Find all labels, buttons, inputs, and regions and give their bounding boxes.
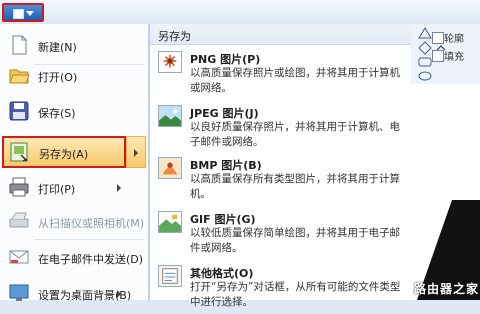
submenu-title: 另存为 — [158, 30, 191, 43]
menu-item-label: 新建(N) — [38, 41, 77, 54]
fill-label[interactable]: 填充 — [444, 48, 464, 63]
outline-icon[interactable] — [432, 32, 444, 44]
format-title: PNG 图片(P) — [190, 53, 261, 66]
save-as-gif[interactable]: GIF 图片(G) 以较低质量保存简单绘图，并将其用于电子邮件或网络。 — [154, 208, 410, 260]
menu-item-print[interactable]: 打印(P) — [0, 170, 146, 206]
menu-item-label: 打开(O) — [38, 71, 78, 84]
menu-item-open[interactable]: 打开(O) — [0, 58, 146, 94]
save-as-bmp[interactable]: BMP 图片(B) 以高质量保存所有类型图片，并将其用于计算机。 — [154, 154, 410, 206]
save-as-icon — [10, 142, 28, 162]
new-doc-icon — [12, 35, 27, 55]
outline-label[interactable]: 轮廓 — [444, 30, 464, 45]
menu-item-label: 打印(P) — [38, 183, 76, 196]
open-folder-icon — [9, 69, 30, 84]
bmp-image-icon — [158, 157, 182, 179]
format-title: GIF 图片(G) — [190, 213, 256, 226]
save-as-submenu: 另存为 PNG 图片(P) 以高质量保存照片或绘图，并将其用于计算机或网络。 J… — [149, 24, 411, 308]
gif-image-icon — [158, 211, 182, 233]
menu-item-set-desktop-background[interactable]: 设置为桌面背景(B) — [0, 276, 146, 312]
paint-menu-button[interactable] — [2, 3, 44, 22]
save-as-submenu-arrow[interactable] — [126, 136, 146, 168]
submenu-header: 另存为 — [150, 24, 411, 45]
format-description: 打开“另存为”对话框，从所有可能的文件类型中进行选择。 — [190, 281, 401, 308]
menu-item-label: 从扫描仪或照相机(M) — [38, 217, 145, 230]
format-description: 以高质量保存照片或绘图，并将其用于计算机或网络。 — [190, 67, 400, 94]
scanner-icon — [9, 212, 29, 228]
format-title: 其他格式(O) — [190, 267, 254, 280]
jpeg-image-icon — [158, 105, 182, 127]
desktop-background-icon — [9, 284, 29, 301]
save-disk-icon — [9, 101, 29, 121]
menu-item-save[interactable]: 保存(S) — [0, 94, 146, 130]
document-icon — [13, 9, 24, 19]
other-formats-icon — [158, 265, 182, 287]
menu-item-save-as[interactable]: 另存为(A) — [2, 136, 128, 168]
menu-item-from-scanner: 从扫描仪或照相机(M) — [0, 204, 146, 240]
menu-item-label: 保存(S) — [38, 107, 76, 120]
format-description: 以高质量保存所有类型图片，并将其用于计算机。 — [190, 173, 400, 200]
chevron-right-icon — [117, 290, 121, 298]
chevron-right-icon — [117, 184, 121, 192]
dropdown-arrow-icon — [26, 11, 34, 16]
fill-icon[interactable] — [432, 50, 444, 62]
save-as-png[interactable]: PNG 图片(P) 以高质量保存照片或绘图，并将其用于计算机或网络。 — [154, 48, 410, 100]
png-image-icon — [158, 51, 182, 73]
save-as-jpeg[interactable]: JPEG 图片(J) 以良好质量保存照片，并将其用于计算机、电子邮件或网络。 — [154, 102, 410, 154]
format-title: BMP 图片(B) — [190, 159, 262, 172]
format-description: 以良好质量保存照片，并将其用于计算机、电子邮件或网络。 — [190, 121, 400, 148]
title-bar — [0, 0, 480, 25]
save-as-other-formats[interactable]: 其他格式(O) 打开“另存为”对话框，从所有可能的文件类型中进行选择。 — [154, 262, 410, 314]
menu-item-label: 在电子邮件中发送(D) — [38, 253, 144, 266]
watermark: 路由器之家 — [414, 282, 480, 296]
menu-item-send-email[interactable]: 在电子邮件中发送(D) — [0, 240, 146, 276]
email-icon — [9, 250, 29, 264]
printer-icon — [9, 177, 29, 197]
menu-item-label: 另存为(A) — [39, 148, 89, 161]
chevron-right-icon — [134, 149, 138, 157]
format-description: 以较低质量保存简单绘图，并将其用于电子邮件或网络。 — [190, 227, 400, 254]
format-title: JPEG 图片(J) — [190, 107, 259, 120]
application-menu: 新建(N) 打开(O) 保存(S) 另存为(A) 打印(P) 从扫描仪或照相机(… — [0, 24, 149, 302]
